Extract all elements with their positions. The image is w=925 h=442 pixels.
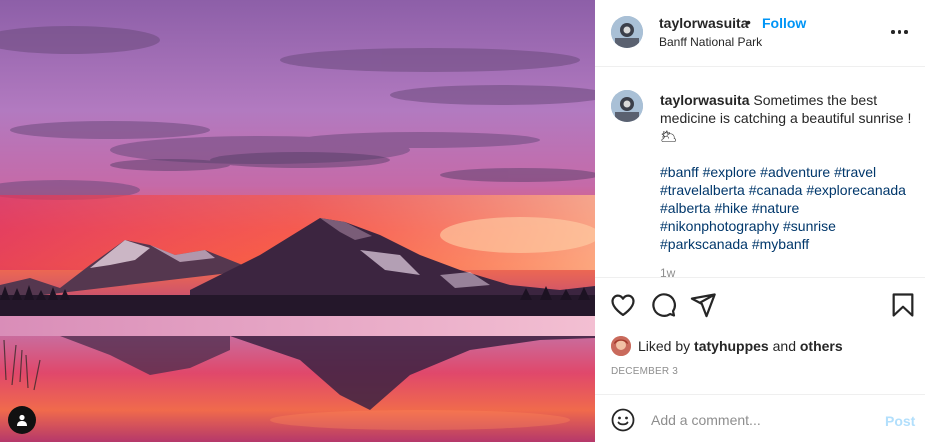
liked-by-conjunction: and (772, 338, 796, 354)
caption-username[interactable]: taylorwasuita (660, 92, 749, 108)
post-comment-button[interactable]: Post (885, 413, 915, 429)
likes-summary: Liked by tatyhuppes and others (611, 335, 843, 357)
hashtag-link[interactable]: #hike (714, 200, 747, 216)
hashtag-link[interactable]: #mybanff (752, 236, 809, 252)
hashtag-link[interactable]: #explore (703, 164, 757, 180)
hashtag-link[interactable]: #travelalberta (660, 182, 745, 198)
sunrise-landscape-image (0, 0, 595, 442)
bookmark-icon[interactable] (889, 291, 917, 319)
comment-composer: Post (595, 394, 925, 442)
tagged-users-button[interactable] (8, 406, 36, 434)
hashtag-list: #banff #explore #adventure #travel #trav… (660, 163, 918, 253)
follow-button[interactable]: Follow (762, 15, 806, 31)
comment-input[interactable] (651, 409, 861, 431)
hashtag-link[interactable]: #canada (749, 182, 803, 198)
post-header: taylorwasuita • Follow Banff National Pa… (595, 0, 925, 67)
likes-others-link[interactable]: others (800, 338, 843, 354)
hashtag-link[interactable]: #adventure (760, 164, 830, 180)
author-username[interactable]: taylorwasuita (659, 15, 748, 31)
emoji-icon[interactable] (611, 408, 635, 432)
comment-icon[interactable] (649, 291, 677, 319)
separator-dot: • (746, 14, 751, 30)
liked-by-prefix: Liked by (638, 338, 691, 354)
post-location[interactable]: Banff National Park (659, 35, 762, 49)
profile-photo (611, 90, 643, 122)
hashtag-link[interactable]: #alberta (660, 200, 711, 216)
hashtag-link[interactable]: #banff (660, 164, 699, 180)
hashtag-link[interactable]: #travel (834, 164, 876, 180)
hashtag-link[interactable]: #nature (752, 200, 799, 216)
hashtag-link[interactable]: #parkscanada (660, 236, 748, 252)
post-actions-bar (595, 283, 925, 327)
hashtag-link[interactable]: #nikonphotography (660, 218, 779, 234)
share-icon[interactable] (689, 291, 717, 319)
caption-text: taylorwasuita Sometimes the best medicin… (660, 91, 918, 145)
hashtag-link[interactable]: #sunrise (783, 218, 836, 234)
caption-author-avatar[interactable] (611, 90, 643, 122)
more-options-icon[interactable] (891, 24, 911, 40)
heart-icon[interactable] (609, 291, 637, 319)
liker-avatar[interactable] (611, 336, 631, 356)
caption-timestamp[interactable]: 1w (660, 266, 675, 277)
author-avatar[interactable] (611, 16, 643, 48)
post-date[interactable]: DECEMBER 3 (611, 366, 678, 377)
post-side-panel: taylorwasuita • Follow Banff National Pa… (595, 0, 925, 442)
caption-section: taylorwasuita Sometimes the best medicin… (595, 68, 925, 278)
liker-username[interactable]: tatyhuppes (694, 338, 769, 354)
hashtag-link[interactable]: #explorecanada (806, 182, 906, 198)
post-photo[interactable] (0, 0, 595, 442)
profile-photo (611, 336, 631, 356)
user-icon (17, 414, 27, 426)
profile-photo (611, 16, 643, 48)
